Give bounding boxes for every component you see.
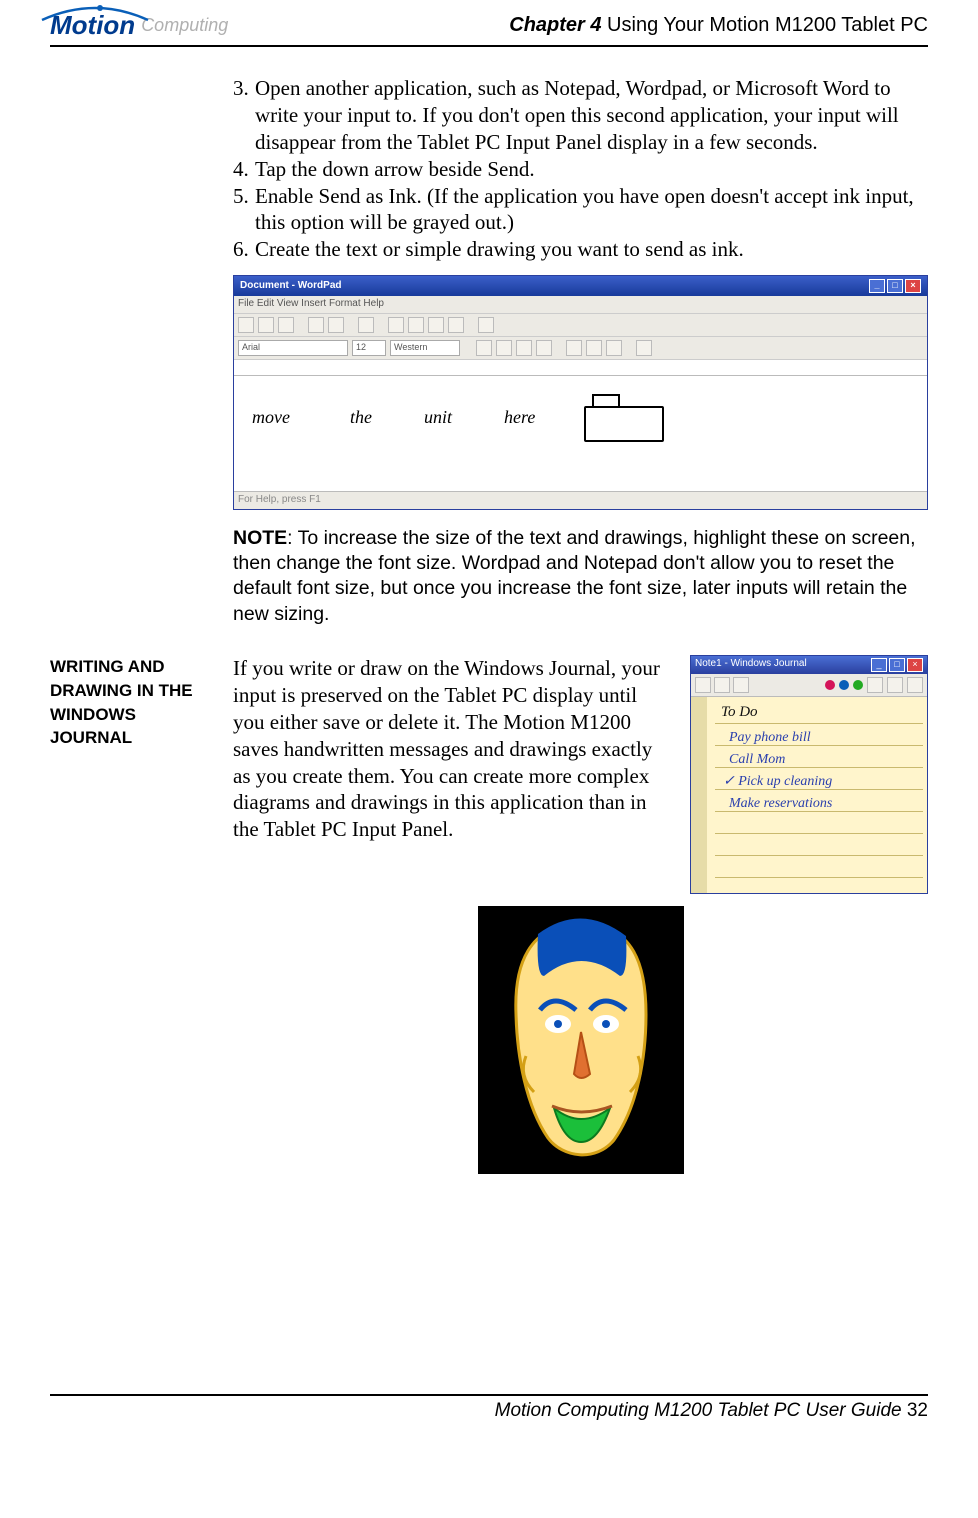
footer-page-number: 32 (902, 1400, 928, 1421)
date-icon (478, 317, 494, 333)
ink-word-4: here (504, 406, 535, 429)
ink-drawing-box (584, 406, 664, 442)
wordpad-menubar: File Edit View Insert Format Help (234, 296, 927, 313)
undo-icon (448, 317, 464, 333)
bold-icon (476, 340, 492, 356)
wordpad-canvas: move the unit here (234, 376, 927, 491)
ink-word-2: the (350, 406, 372, 429)
wordpad-ruler (234, 360, 927, 376)
step-4: 4.Tap the down arrow beside Send. (233, 156, 928, 183)
face-drawing (478, 906, 684, 1174)
journal-toolbar (691, 674, 927, 697)
close-icon: × (905, 279, 921, 293)
journal-item-2: Call Mom (729, 751, 785, 769)
journal-page: To Do Pay phone bill Call Mom ✓ Pick up … (691, 697, 927, 893)
align-left-icon (566, 340, 582, 356)
chapter-number: Chapter 4 (509, 14, 601, 36)
swoosh-icon (40, 4, 150, 24)
wordpad-titlebar: Document - WordPad _ □ × (234, 276, 927, 296)
ink-word-1: move (252, 406, 290, 429)
save-icon (278, 317, 294, 333)
open-icon (258, 317, 274, 333)
paste-icon (428, 317, 444, 333)
journal-item-1: Pay phone bill (729, 729, 811, 747)
journal-screenshot: Note1 - Windows Journal _ □ × (690, 655, 928, 894)
maximize-icon: □ (887, 279, 903, 293)
ink-word-3: unit (424, 406, 452, 429)
close-icon: × (907, 658, 923, 672)
copy-icon (408, 317, 424, 333)
align-right-icon (606, 340, 622, 356)
pen-color-icon (853, 680, 863, 690)
note-label: NOTE (233, 527, 287, 549)
step-3: 3.Open another application, such as Note… (233, 75, 928, 156)
chapter-title: Using Your Motion M1200 Tablet PC (602, 14, 929, 36)
logo-sub-text: Computing (141, 15, 228, 36)
wordpad-statusbar: For Help, press F1 (234, 491, 927, 509)
footer-title: Motion Computing M1200 Tablet PC User Gu… (495, 1400, 902, 1421)
wordpad-screenshot: Document - WordPad _ □ × File Edit View … (233, 275, 928, 510)
journal-titlebar: Note1 - Windows Journal _ □ × (691, 656, 927, 674)
minimize-icon: _ (871, 658, 887, 672)
find-icon (358, 317, 374, 333)
step-5: 5.Enable Send as Ink. (If the applicatio… (233, 183, 928, 237)
script-dropdown: Western (390, 340, 460, 356)
note-block: NOTE: To increase the size of the text a… (233, 526, 928, 627)
new-icon (695, 677, 711, 693)
journal-todo-heading: To Do (721, 703, 758, 722)
align-center-icon (586, 340, 602, 356)
font-dropdown: Arial (238, 340, 348, 356)
numbered-steps: 3.Open another application, such as Note… (233, 75, 928, 263)
print-icon (308, 317, 324, 333)
italic-icon (496, 340, 512, 356)
wordpad-title-text: Document - WordPad (240, 280, 341, 293)
maximize-icon: □ (889, 658, 905, 672)
minimize-icon: _ (869, 279, 885, 293)
journal-item-4: Make reservations (729, 795, 832, 813)
preview-icon (328, 317, 344, 333)
page-header: Motion Computing Chapter 4 Using Your Mo… (50, 10, 928, 47)
save-icon (714, 677, 730, 693)
fontsize-dropdown: 12 (352, 340, 386, 356)
wordpad-format-bar: Arial 12 Western (234, 337, 927, 360)
journal-title-text: Note1 - Windows Journal (695, 658, 807, 672)
brand-logo: Motion Computing (50, 10, 228, 41)
new-icon (238, 317, 254, 333)
wordpad-toolbar (234, 313, 927, 337)
journal-item-3: ✓ Pick up cleaning (723, 773, 832, 791)
underline-icon (516, 340, 532, 356)
cut-icon (388, 317, 404, 333)
journal-paragraph: If you write or draw on the Windows Jour… (233, 655, 672, 843)
section-heading: WRITING AND DRAWING IN THE WINDOWS JOURN… (50, 655, 215, 1174)
flag-icon (887, 677, 903, 693)
pen-color-icon (839, 680, 849, 690)
bullets-icon (636, 340, 652, 356)
page-footer: Motion Computing M1200 Tablet PC User Gu… (50, 1394, 928, 1422)
pen-color-icon (825, 680, 835, 690)
more-icon (907, 677, 923, 693)
step-6: 6.Create the text or simple drawing you … (233, 236, 928, 263)
note-body: : To increase the size of the text and d… (233, 527, 916, 625)
logo-main-text: Motion (50, 10, 135, 41)
eraser-icon (867, 677, 883, 693)
chapter-heading: Chapter 4 Using Your Motion M1200 Tablet… (509, 14, 928, 37)
color-icon (536, 340, 552, 356)
cut-icon (733, 677, 749, 693)
